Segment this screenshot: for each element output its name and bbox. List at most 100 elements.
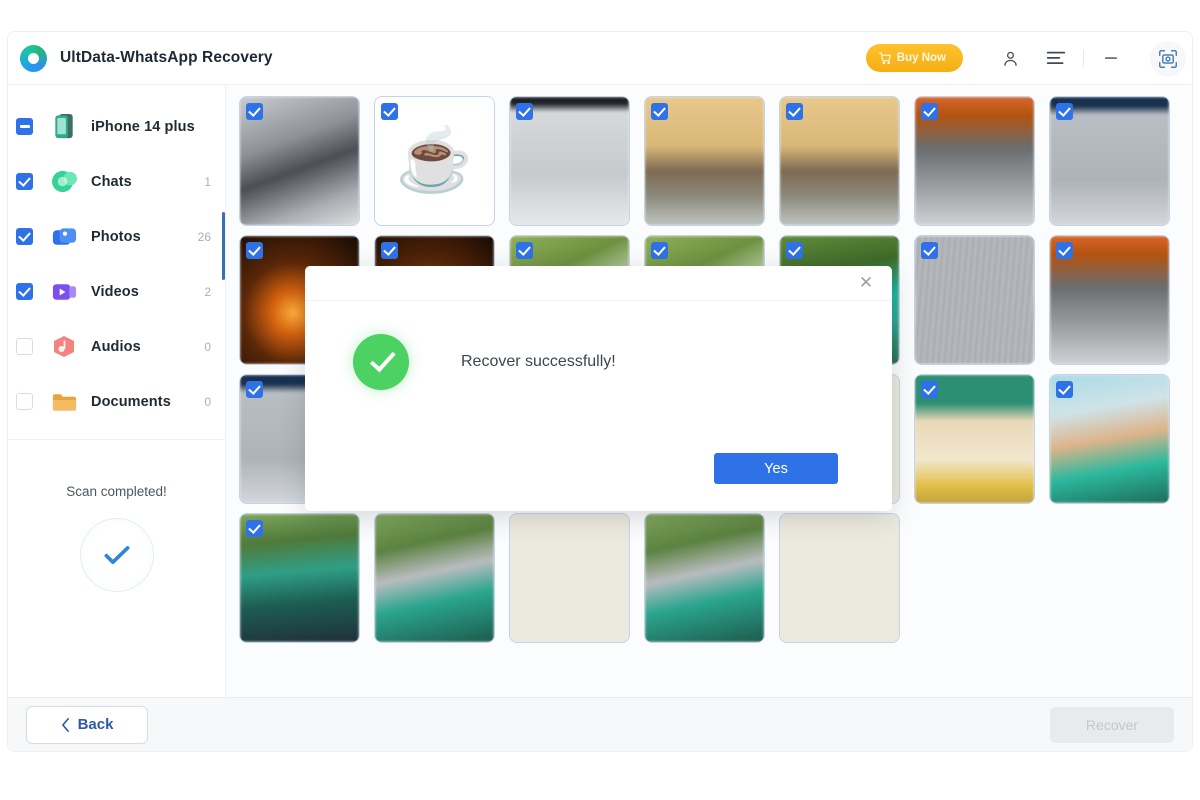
thumbnail-item[interactable]: [779, 96, 900, 226]
thumbnail-item[interactable]: [914, 96, 1035, 226]
thumbnail-checkbox[interactable]: [381, 103, 398, 120]
videos-icon: [49, 278, 79, 306]
sidebar-checkbox[interactable]: [16, 228, 33, 245]
thumbnail-checkbox[interactable]: [921, 381, 938, 398]
recover-success-dialog: ✕ Recover successfully! Yes: [305, 266, 892, 511]
sidebar-item-count: 1: [204, 174, 211, 189]
sidebar-checkbox[interactable]: [16, 393, 33, 410]
iphone-device-icon: [49, 113, 79, 141]
thumbnail-checkbox[interactable]: [786, 242, 803, 259]
thumbnail-checkbox[interactable]: [921, 242, 938, 259]
brand: UltData-WhatsApp Recovery: [20, 44, 273, 72]
hamburger-menu-icon[interactable]: [1039, 41, 1073, 75]
close-icon[interactable]: ✕: [856, 273, 876, 293]
thumbnail-item[interactable]: [1049, 96, 1170, 226]
thumbnail-item[interactable]: [644, 513, 765, 643]
thumbnail-checkbox[interactable]: [1056, 103, 1073, 120]
scan-status-block: Scan completed!: [8, 440, 225, 592]
dialog-header: ✕: [305, 266, 892, 301]
sidebar-item-audios[interactable]: Audios 0: [8, 319, 225, 374]
chats-icon: [49, 168, 79, 196]
sidebar-checkbox[interactable]: [16, 338, 33, 355]
thumbnail-item[interactable]: [239, 96, 360, 226]
title-bar-controls: Buy Now: [865, 32, 1178, 84]
thumbnail-item[interactable]: [509, 96, 630, 226]
sidebar-scrollbar[interactable]: [221, 212, 225, 280]
sidebar-item-iphone-14-plus[interactable]: iPhone 14 plus: [8, 99, 225, 154]
scan-status-text: Scan completed!: [66, 484, 167, 499]
thumbnail-image: [780, 514, 899, 642]
thumbnail-checkbox[interactable]: [921, 103, 938, 120]
thumbnail-checkbox[interactable]: [381, 242, 398, 259]
shopping-cart-icon: [878, 51, 891, 64]
thumbnail-item[interactable]: [1049, 374, 1170, 504]
buy-now-button[interactable]: Buy Now: [865, 44, 963, 72]
thumbnail-checkbox[interactable]: [651, 242, 668, 259]
title-bar: UltData-WhatsApp Recovery Buy Now: [8, 32, 1192, 85]
sidebar: iPhone 14 plus Chats 1 Photos 26 Videos 2 Audio…: [8, 85, 226, 697]
sidebar-item-documents[interactable]: Documents 0: [8, 374, 225, 429]
sidebar-checkbox[interactable]: [16, 283, 33, 300]
application-window: UltData-WhatsApp Recovery Buy Now iPhone…: [8, 32, 1192, 751]
thumbnail-item[interactable]: [914, 235, 1035, 365]
thumbnail-checkbox[interactable]: [516, 242, 533, 259]
sidebar-item-photos[interactable]: Photos 26: [8, 209, 225, 264]
thumbnail-checkbox[interactable]: [1056, 381, 1073, 398]
back-button[interactable]: Back: [26, 705, 148, 744]
sidebar-item-label: Audios: [91, 338, 141, 355]
chevron-left-icon: [61, 717, 69, 732]
dialog-message: Recover successfully!: [461, 353, 616, 370]
dialog-actions: Yes: [714, 453, 838, 484]
sidebar-item-list: iPhone 14 plus Chats 1 Photos 26 Videos 2 Audio…: [8, 85, 225, 429]
thumbnail-image: [645, 514, 764, 642]
sidebar-item-chats[interactable]: Chats 1: [8, 154, 225, 209]
thumbnail-item[interactable]: [914, 374, 1035, 504]
sidebar-item-count: 2: [204, 284, 211, 299]
sidebar-item-label: Videos: [91, 283, 139, 300]
documents-icon: [49, 388, 79, 416]
sidebar-item-count: 0: [204, 339, 211, 354]
page-title: UltData-WhatsApp Recovery: [60, 49, 273, 66]
minimize-icon[interactable]: [1094, 41, 1128, 75]
thumbnail-checkbox[interactable]: [786, 103, 803, 120]
scan-complete-indicator: [79, 518, 154, 592]
thumbnail-checkbox[interactable]: [651, 103, 668, 120]
audios-icon: [49, 333, 79, 361]
thumbnail-checkbox[interactable]: [246, 103, 263, 120]
sidebar-item-count: 0: [204, 394, 211, 409]
thumbnail-item[interactable]: [374, 513, 495, 643]
recover-button[interactable]: Recover: [1050, 706, 1174, 743]
success-check-icon: [353, 334, 409, 390]
sidebar-item-count: 26: [197, 229, 211, 244]
thumbnail-item[interactable]: [644, 96, 765, 226]
thumbnail-checkbox[interactable]: [516, 103, 533, 120]
sidebar-item-label: Chats: [91, 173, 132, 190]
check-mark-icon: [104, 546, 129, 565]
user-account-icon[interactable]: [993, 41, 1027, 75]
thumbnail-item[interactable]: [509, 513, 630, 643]
thumbnail-image: [375, 514, 494, 642]
photos-icon: [49, 223, 79, 251]
sidebar-checkbox[interactable]: [16, 173, 33, 190]
sidebar-item-label: Documents: [91, 393, 171, 410]
confirm-yes-button[interactable]: Yes: [714, 453, 838, 484]
thumbnail-item[interactable]: [239, 513, 360, 643]
sidebar-item-videos[interactable]: Videos 2: [8, 264, 225, 319]
sidebar-checkbox[interactable]: [16, 118, 33, 135]
buy-now-label: Buy Now: [896, 52, 946, 64]
thumbnail-image: [510, 514, 629, 642]
screenshot-capture-icon[interactable]: [1150, 41, 1186, 77]
sidebar-item-label: iPhone 14 plus: [91, 118, 195, 135]
ultdata-ring-logo-icon: [20, 44, 47, 72]
thumbnail-item[interactable]: [779, 513, 900, 643]
toolbar-divider: [1083, 49, 1084, 67]
thumbnail-checkbox[interactable]: [246, 242, 263, 259]
thumbnail-checkbox[interactable]: [246, 381, 263, 398]
thumbnail-checkbox[interactable]: [246, 520, 263, 537]
thumbnail-checkbox[interactable]: [1056, 242, 1073, 259]
thumbnail-item[interactable]: ☕: [374, 96, 495, 226]
sidebar-item-label: Photos: [91, 228, 141, 245]
footer-bar: Back Recover: [8, 697, 1192, 751]
dialog-body: Recover successfully!: [305, 301, 892, 390]
thumbnail-item[interactable]: [1049, 235, 1170, 365]
